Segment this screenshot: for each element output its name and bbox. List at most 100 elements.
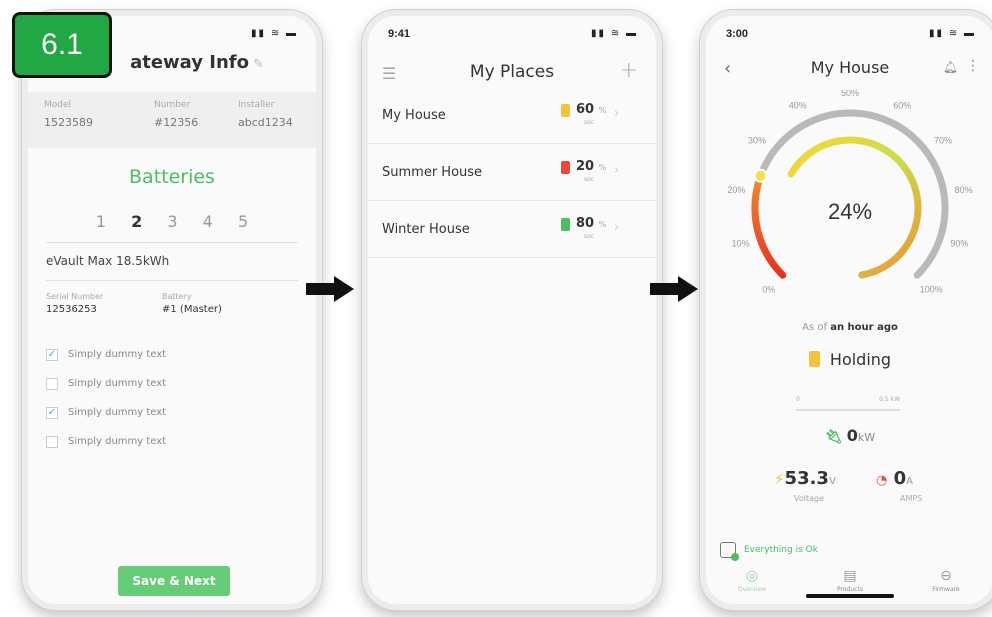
info-value: abcd1234 (238, 116, 293, 129)
place-percent: 80 % (576, 216, 606, 231)
info-number: Number #12356 (154, 100, 198, 129)
gauge-tick-label: 20% (727, 185, 745, 195)
status-bar: 3:00 ▮▮ ≋ ▬ (706, 26, 992, 44)
power-reading: 🔌︎ 0kW (706, 426, 992, 445)
phone-gateway-info: ▮▮ ≋ ▬ ateway Info ✎ Model 1523589 Number… (22, 10, 322, 610)
gauge-tick-label: 10% (732, 239, 750, 249)
tab-firmware[interactable]: ⊖ Firmware (916, 568, 976, 593)
gauge-tick-label: 40% (789, 101, 807, 111)
percent-unit: % (598, 163, 607, 172)
voltage-unit: V (828, 476, 836, 487)
amps-unit: A (906, 476, 913, 487)
status-holding: Holding (706, 350, 992, 369)
status-ok-text: Everything is Ok (744, 545, 818, 555)
battery-pager: 1 2 3 4 5 (28, 212, 316, 231)
checkbox-empty-icon[interactable] (46, 435, 58, 448)
lightning-icon: ⚡︎ (774, 470, 785, 488)
section-title: Batteries (129, 166, 215, 188)
page-link-4[interactable]: 4 (203, 212, 223, 231)
check-list: ✓ Simply dummy text Simply dummy text ✓ Si… (46, 340, 298, 456)
place-name: Summer House (382, 165, 483, 180)
flow-canvas: 6.1 ▮▮ ≋ ▬ ateway Info ✎ Model 1523589 Nu… (0, 0, 992, 617)
checkbox-label: Simply dummy text (68, 407, 167, 418)
info-value: #12356 (154, 116, 199, 129)
serial-label: Serial Number (46, 292, 104, 301)
gauge-tick-label: 0% (762, 284, 775, 294)
bell-icon[interactable]: 🔔︎ (943, 60, 958, 74)
gauge-tick-label: 30% (748, 135, 766, 145)
amps-caption: AMPS (900, 494, 923, 503)
percent-value: 20 (576, 159, 595, 174)
plug-icon: 🔌︎ (824, 429, 843, 445)
info-value: 1523589 (44, 116, 93, 129)
more-options-icon[interactable]: ⋮ (966, 58, 980, 74)
voltage-caption: Voltage (794, 494, 825, 503)
status-text: Holding (829, 350, 892, 369)
info-label: Number (154, 100, 191, 110)
firmware-icon: ⊖ (940, 568, 952, 584)
signal-wifi-battery-icon: ▮▮ ≋ ▬ (591, 28, 638, 39)
signal-wifi-battery-icon: ▮▮ ≋ ▬ (251, 28, 298, 39)
nav-bar: ‹ My House 🔔︎ ⋮ (706, 56, 992, 86)
gauge-meter-icon: ◔ (876, 473, 888, 488)
save-next-button[interactable]: Save & Next (118, 566, 230, 596)
soc-gauge: 0% 10% 20% 30% 40% 50% 60% 70% 80% 90% 100% 24% (727, 90, 973, 294)
battery-block: Battery #1 (Master) (162, 292, 222, 315)
amps-value: 0 (893, 468, 907, 489)
page-link-1[interactable]: 1 (96, 212, 116, 231)
chevron-right-icon: › (614, 220, 620, 235)
phone-my-places: 9:41 ▮▮ ≋ ▬ ☰ My Places + My House 60 % … (362, 10, 662, 610)
status-time: 9:41 (388, 28, 411, 40)
percent-unit: % (598, 106, 607, 115)
power-value: 0 (846, 426, 858, 445)
page-link-3[interactable]: 3 (167, 212, 187, 231)
place-percent: 20 % (576, 159, 606, 174)
home-indicator (806, 594, 894, 598)
checkbox-item[interactable]: ✓ Simply dummy text (46, 340, 298, 369)
status-ok-icon (720, 542, 739, 561)
info-installer: Installer abcd1234 (238, 100, 293, 129)
checkbox-label: Simply dummy text (68, 349, 167, 360)
tab-products[interactable]: ▤ Products (820, 568, 880, 593)
scale-max: 0.5 kW (879, 396, 900, 403)
as-of-value: an hour ago (830, 322, 898, 333)
soc-label: soc (584, 119, 595, 126)
gauge-value: 24% (828, 199, 872, 224)
gauge-tick-label: 80% (955, 185, 973, 195)
tab-overview[interactable]: ◎ Overview (722, 568, 782, 593)
scale-track (796, 409, 900, 411)
overview-icon: ◎ (745, 568, 759, 584)
voltage-value: 53.3 (784, 468, 829, 489)
page-link-2[interactable]: 2 (131, 212, 152, 231)
tab-label: Firmware (932, 586, 960, 593)
place-percent: 60 % (576, 102, 606, 117)
place-row[interactable]: Winter House 80 % soc › (368, 202, 656, 258)
add-place-icon[interactable]: + (620, 58, 638, 83)
divider (46, 242, 298, 243)
checkbox-checked-icon[interactable]: ✓ (46, 348, 58, 361)
soc-label: soc (584, 176, 595, 183)
checkbox-label: Simply dummy text (68, 378, 167, 389)
gauge-tick-label: 60% (893, 101, 911, 111)
place-row[interactable]: My House 60 % soc › (368, 88, 656, 144)
checkbox-label: Simply dummy text (68, 436, 167, 447)
system-status[interactable]: Everything is Ok (720, 542, 818, 561)
info-label: Installer (238, 100, 275, 110)
checkbox-item[interactable]: Simply dummy text (46, 427, 298, 456)
as-of-prefix: As of (802, 322, 828, 333)
page-link-5[interactable]: 5 (238, 212, 258, 231)
battery-label: Battery (162, 292, 192, 301)
battery-value: #1 (Master) (162, 304, 222, 315)
checkbox-empty-icon[interactable] (46, 377, 58, 390)
place-row[interactable]: Summer House 20 % soc › (368, 145, 656, 201)
tab-label: Overview (737, 586, 767, 593)
gauge-knob (753, 168, 768, 183)
checkbox-checked-icon[interactable]: ✓ (46, 406, 58, 419)
flow-arrow-icon (650, 276, 698, 302)
info-label: Model (44, 100, 72, 110)
checkbox-item[interactable]: ✓ Simply dummy text (46, 398, 298, 427)
step-badge: 6.1 (12, 12, 112, 78)
gauge-tick-label: 70% (934, 135, 952, 145)
edit-pencil-icon[interactable]: ✎ (253, 57, 264, 72)
checkbox-item[interactable]: Simply dummy text (46, 369, 298, 398)
